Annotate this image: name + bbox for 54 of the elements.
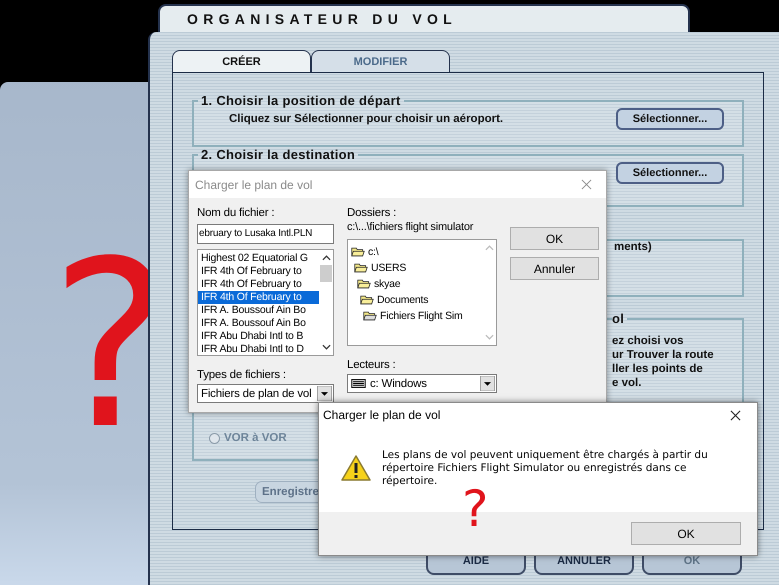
radio-label: VOR à VOR (224, 432, 287, 444)
folder-item[interactable]: skyae (348, 276, 482, 292)
dropdown-arrow-icon[interactable] (480, 376, 495, 391)
file-type-dropdown[interactable]: Fichiers de plan de vol (197, 384, 334, 403)
file-item[interactable]: IFR 4th Of February to (198, 291, 319, 304)
file-item[interactable]: IFR 4th Of February to (198, 265, 319, 278)
dropdown-value: c: Windows (370, 378, 428, 390)
section-heading: 2. Choisir la destination (200, 147, 356, 162)
section-text: ments) (614, 241, 652, 253)
folder-icon (360, 294, 374, 306)
file-item[interactable]: IFR A. Boussouf Ain Bo (198, 304, 319, 317)
field-label: Nom du fichier : (197, 206, 276, 220)
dialog-title: Charger le plan de vol (323, 408, 440, 422)
instruction-text: ez choisi vos ur Trouver la route ller les points de e vol. (612, 334, 714, 390)
section-heading: 1. Choisir la position de départ (200, 93, 402, 108)
file-item[interactable]: IFR Abu Dhabi Intl to B (198, 330, 319, 343)
field-label: Types de fichiers : (197, 368, 287, 382)
window-title: ORGANISATEUR DU VOL (187, 11, 457, 27)
folder-icon (357, 278, 371, 290)
file-item[interactable]: IFR 4th Of February to (198, 278, 319, 291)
section-heading: ol (612, 311, 626, 326)
scroll-down-icon[interactable] (322, 343, 330, 351)
dialog-button[interactable]: Annuler (510, 257, 599, 280)
dropdown-arrow-icon[interactable] (317, 386, 332, 401)
file-item[interactable]: IFR Abu Dhabi Intl to D (198, 343, 319, 356)
warning-icon (340, 454, 372, 482)
folder-item[interactable]: c:\ (348, 244, 482, 260)
folder-item[interactable]: USERS (348, 260, 482, 276)
folder-icon (363, 310, 377, 322)
tab[interactable]: CRÉER (172, 50, 311, 72)
select-button[interactable]: Sélectionner... (616, 162, 724, 184)
file-item[interactable]: IFR A. Boussouf Ain Bo (198, 317, 319, 330)
drive-icon (351, 379, 366, 388)
folder-item[interactable]: Documents (348, 292, 482, 308)
ok-button[interactable]: OK (631, 522, 741, 545)
close-icon[interactable] (730, 410, 741, 420)
radio-button[interactable] (209, 432, 220, 444)
select-button[interactable]: Sélectionner... (616, 108, 724, 130)
folder-icon (351, 246, 365, 258)
drive-dropdown[interactable]: c: Windows (347, 374, 497, 393)
instruction-text: Cliquez sur Sélectionner pour choisir un aéroport. (229, 113, 504, 125)
file-name-field[interactable]: ebruary to Lusaka Intl.PLN (197, 224, 334, 244)
folder-item[interactable]: Fichiers Flight Sim (348, 308, 482, 324)
dialog-button[interactable]: OK (510, 227, 599, 250)
file-item[interactable]: Highest 02 Equatorial G (198, 252, 319, 265)
field-label: Lecteurs : (347, 358, 396, 372)
dialog-title: Charger le plan de vol (195, 178, 312, 192)
scroll-up-icon[interactable] (322, 254, 330, 262)
field-label: Dossiers : (347, 206, 398, 220)
scrollbar-thumb[interactable] (320, 265, 332, 282)
folder-icon (354, 262, 368, 274)
dropdown-value: Fichiers de plan de vol (201, 388, 312, 400)
folder-path: c:\...\fichiers flight simulator (347, 220, 474, 234)
tab[interactable]: MODIFIER (311, 50, 450, 72)
